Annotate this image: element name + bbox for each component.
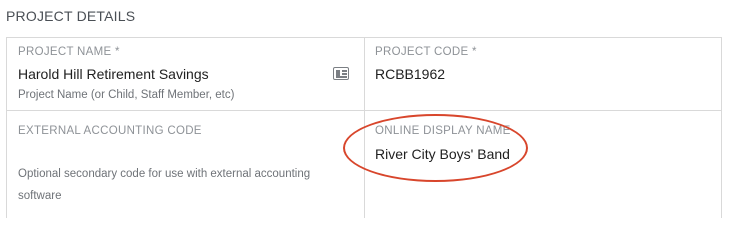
project-code-input[interactable]: RCBB1962 xyxy=(375,66,445,82)
project-name-input[interactable]: Harold Hill Retirement Savings xyxy=(18,66,209,82)
section-title: PROJECT DETAILS xyxy=(6,8,136,24)
project-name-help: Project Name (or Child, Staff Member, et… xyxy=(18,89,235,101)
external-accounting-code-label: EXTERNAL ACCOUNTING CODE xyxy=(18,125,202,137)
row-divider xyxy=(7,110,721,111)
project-details-form: PROJECT NAME * Harold Hill Retirement Sa… xyxy=(6,37,722,218)
project-code-label: PROJECT CODE * xyxy=(375,46,477,58)
online-display-name-label: ONLINE DISPLAY NAME xyxy=(375,125,511,137)
contact-card-icon[interactable] xyxy=(333,67,349,80)
external-accounting-code-help: Optional secondary code for use with ext… xyxy=(18,168,311,202)
column-divider xyxy=(364,38,365,218)
online-display-name-input[interactable]: River City Boys' Band xyxy=(375,146,510,162)
project-name-label: PROJECT NAME * xyxy=(18,46,120,58)
external-accounting-code-input[interactable] xyxy=(18,142,348,160)
